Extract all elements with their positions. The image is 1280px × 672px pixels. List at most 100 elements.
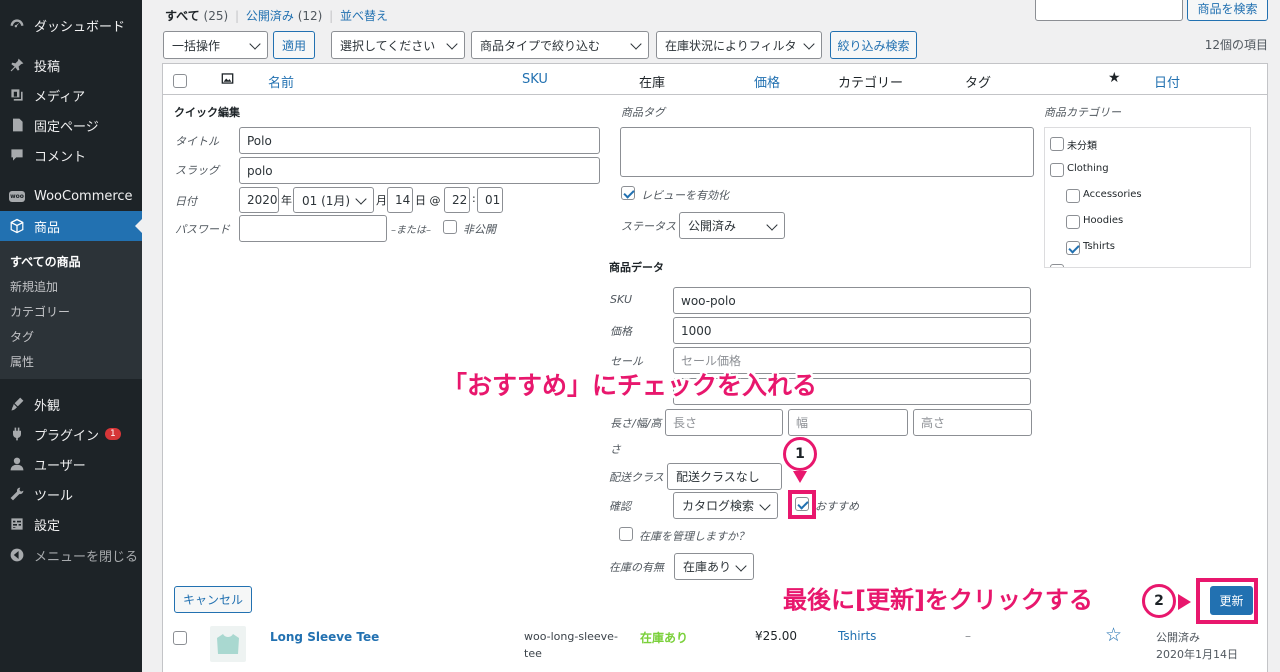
length-input[interactable]: 長さ xyxy=(665,409,783,436)
menu-collapse-label: メニューを閉じる xyxy=(34,549,139,565)
hour-input[interactable]: 22 xyxy=(444,187,470,213)
status-filter-links: すべて (25) | 公開済み (12) | 並べ替え xyxy=(165,7,388,24)
menu-settings[interactable]: 設定 xyxy=(0,509,142,539)
menu-woocommerce-label: WooCommerce xyxy=(34,188,133,204)
stock-status-label: 在庫の有無 xyxy=(609,561,664,574)
category-checkbox-partial[interactable] xyxy=(1050,264,1064,267)
featured-label: おすすめ xyxy=(815,500,859,513)
dimensions-label: 長さ/幅/高 xyxy=(610,417,662,430)
sku-input[interactable]: woo-polo xyxy=(673,287,1031,314)
category-checkbox-hoodies[interactable] xyxy=(1066,215,1080,229)
private-checkbox[interactable] xyxy=(443,220,457,234)
bulk-actions-select[interactable]: 一括操作 xyxy=(163,31,268,59)
annotation-update-highlight xyxy=(1196,578,1258,624)
menu-appearance[interactable]: 外観 xyxy=(0,389,142,419)
stock-status-value: 在庫あり xyxy=(683,560,732,574)
select-all-checkbox[interactable] xyxy=(173,74,187,88)
category-filter-select[interactable]: 選択してください xyxy=(331,31,465,59)
product-type-select[interactable]: 商品タイプで絞り込む xyxy=(471,31,649,59)
price-input[interactable]: 1000 xyxy=(673,317,1031,344)
product-search-input[interactable] xyxy=(1035,0,1183,21)
woo-icon: woo xyxy=(8,187,26,205)
menu-pages[interactable]: 固定ページ xyxy=(0,110,142,140)
plugin-update-badge: 1 xyxy=(105,428,121,440)
chevron-down-icon xyxy=(735,560,747,572)
items-count: 12個の項目 xyxy=(1204,38,1268,52)
star-outline-icon[interactable]: ☆ xyxy=(1105,624,1122,646)
product-sku: woo-long-sleeve- xyxy=(524,630,618,643)
menu-comments[interactable]: コメント xyxy=(0,140,142,170)
admin-sidebar: ダッシュボード 投稿 メディア 固定ページ コメント woo WooCommer… xyxy=(0,0,142,672)
column-date[interactable]: 日付 xyxy=(1154,72,1180,91)
month-select[interactable]: 01 (1月) xyxy=(293,187,374,213)
image-column-icon xyxy=(221,72,234,88)
row-checkbox[interactable] xyxy=(173,631,187,645)
submenu-all-products[interactable]: すべての商品 xyxy=(10,253,81,270)
menu-woocommerce[interactable]: woo WooCommerce xyxy=(0,181,142,211)
column-sku[interactable]: SKU xyxy=(522,72,548,87)
category-checkbox-accessories[interactable] xyxy=(1066,189,1080,203)
annotation-featured-highlight xyxy=(788,490,816,519)
filter-all[interactable]: すべて xyxy=(165,9,200,23)
column-price[interactable]: 価格 xyxy=(754,72,780,91)
woo-icon-text: woo xyxy=(9,190,25,202)
chevron-down-icon xyxy=(759,499,771,511)
column-name[interactable]: 名前 xyxy=(268,72,294,91)
menu-users[interactable]: ユーザー xyxy=(0,449,142,479)
category-checkbox-uncategorized[interactable] xyxy=(1050,137,1064,151)
cancel-button[interactable]: キャンセル xyxy=(174,586,252,613)
product-category-link[interactable]: Tshirts xyxy=(838,629,876,643)
annotation-footer-text: 最後に[更新]をクリックする xyxy=(783,586,1093,614)
password-input[interactable] xyxy=(239,215,387,242)
date-label: 日付 xyxy=(175,195,197,208)
minute-input[interactable]: 01 xyxy=(477,187,503,213)
chevron-down-icon xyxy=(803,38,815,50)
filter-sort[interactable]: 並べ替え xyxy=(340,9,388,23)
annotation-headline: 「おすすめ」にチェックを入れる xyxy=(442,371,818,400)
menu-posts[interactable]: 投稿 xyxy=(0,50,142,80)
month-value: 01 (1月) xyxy=(302,193,351,208)
day-input[interactable]: 14 xyxy=(387,187,413,213)
height-input[interactable]: 高さ xyxy=(913,409,1032,436)
width-input[interactable]: 幅 xyxy=(788,409,908,436)
menu-products[interactable]: 商品 xyxy=(0,211,142,241)
title-input[interactable]: Polo xyxy=(239,127,600,154)
filter-published[interactable]: 公開済み xyxy=(246,9,294,23)
search-products-button[interactable]: 商品を検索 xyxy=(1187,0,1268,21)
submenu-tags[interactable]: タグ xyxy=(10,328,34,345)
category-checkbox-clothing[interactable] xyxy=(1050,163,1064,177)
category-checkbox-tshirts[interactable] xyxy=(1066,241,1080,255)
menu-collapse[interactable]: メニューを閉じる xyxy=(0,540,142,570)
submenu-categories[interactable]: カテゴリー xyxy=(10,303,70,320)
price-label: 価格 xyxy=(610,325,632,338)
enable-reviews-checkbox[interactable] xyxy=(621,186,635,200)
manage-stock-checkbox[interactable] xyxy=(619,527,633,541)
product-name-link[interactable]: Long Sleeve Tee xyxy=(270,630,379,644)
shipping-class-select[interactable]: 配送クラスなし xyxy=(667,463,782,490)
submenu-add-new[interactable]: 新規追加 xyxy=(10,278,58,295)
product-tags-textarea[interactable] xyxy=(620,127,1034,177)
stock-status-select[interactable]: 在庫あり xyxy=(674,553,754,580)
submenu-attributes[interactable]: 属性 xyxy=(10,353,34,370)
featured-column-star-icon[interactable]: ★ xyxy=(1108,70,1121,86)
menu-dashboard[interactable]: ダッシュボード xyxy=(0,10,142,40)
wrench-icon xyxy=(8,485,26,503)
year-input[interactable]: 2020 xyxy=(239,187,279,213)
chevron-down-icon xyxy=(249,38,261,50)
status-select[interactable]: 公開済み xyxy=(679,212,785,239)
quick-edit-heading: クイック編集 xyxy=(174,106,240,119)
filter-button[interactable]: 絞り込み検索 xyxy=(830,31,917,59)
column-stock: 在庫 xyxy=(639,76,666,91)
visibility-select[interactable]: カタログ検索 xyxy=(673,492,778,519)
stock-status-filter-select[interactable]: 在庫状況によりフィルタ xyxy=(656,31,822,59)
menu-tools-label: ツール xyxy=(34,488,74,504)
category-label: Hoodies xyxy=(1083,215,1124,226)
apply-button[interactable]: 適用 xyxy=(273,31,315,59)
menu-media[interactable]: メディア xyxy=(0,80,142,110)
menu-tools[interactable]: ツール xyxy=(0,479,142,509)
manage-stock-label: 在庫を管理しますか？ xyxy=(639,530,749,543)
table-header-row: 名前 SKU 在庫 価格 カテゴリー タグ ★ 日付 xyxy=(163,64,1267,95)
menu-plugins[interactable]: プラグイン 1 xyxy=(0,419,142,449)
slug-input[interactable]: polo xyxy=(239,157,600,184)
product-thumbnail[interactable] xyxy=(210,626,246,662)
